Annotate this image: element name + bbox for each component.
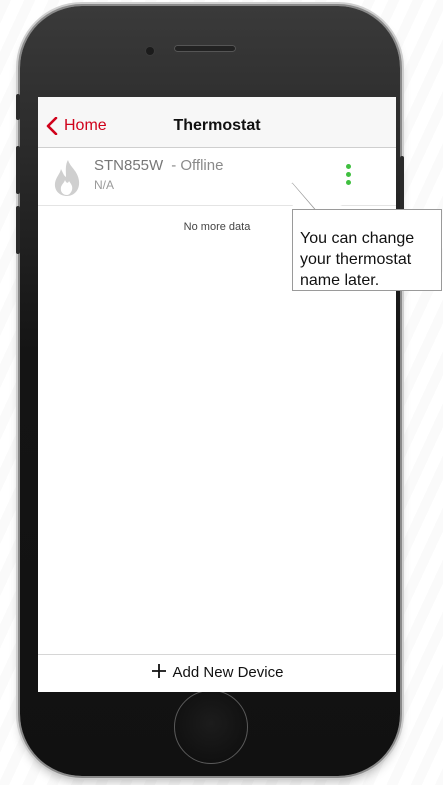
device-name: STN855W - Offline <box>94 157 223 174</box>
power-button <box>400 156 404 214</box>
add-device-button[interactable]: Add New Device <box>38 663 396 681</box>
bottom-bar: Add New Device <box>38 654 396 692</box>
mute-switch <box>16 94 20 120</box>
add-device-label: Add New Device <box>172 664 284 681</box>
device-subtitle: N/A <box>94 178 115 192</box>
device-status: - Offline <box>171 157 224 174</box>
tooltip: You can change your thermostat name late… <box>292 209 442 291</box>
device-name-text: STN855W <box>94 157 164 174</box>
home-button[interactable] <box>174 690 248 764</box>
page-title: Thermostat <box>173 117 261 134</box>
navigation-bar: Home Thermostat <box>38 97 396 148</box>
volume-down-button <box>16 206 20 254</box>
tooltip-pointer <box>291 182 350 212</box>
flame-icon <box>54 160 80 196</box>
plus-icon <box>151 664 166 678</box>
front-camera <box>146 47 154 55</box>
volume-up-button <box>16 146 20 194</box>
earpiece-speaker <box>174 45 236 52</box>
